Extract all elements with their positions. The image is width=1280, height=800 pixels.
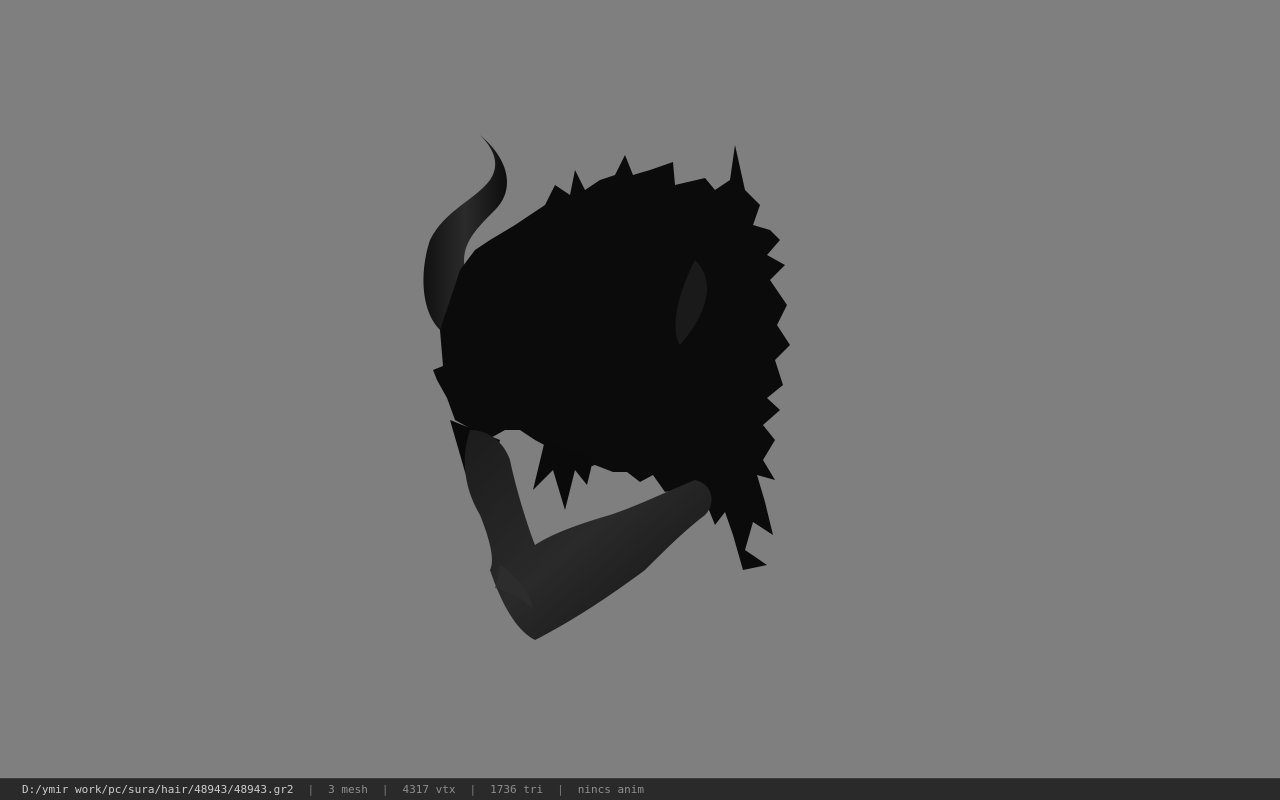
3d-viewport[interactable] (0, 0, 1280, 778)
status-bar: D:/ymir work/pc/sura/hair/48943/48943.gr… (0, 778, 1280, 800)
separator: | (469, 783, 477, 796)
vertex-count-label: 4317 vtx (402, 783, 456, 796)
animation-status-label: nincs anim (577, 783, 644, 796)
file-path-label: D:/ymir work/pc/sura/hair/48943/48943.gr… (22, 783, 294, 796)
separator: | (557, 783, 564, 796)
mesh-count-label: 3 mesh (328, 783, 368, 796)
triangle-count-label: 1736 tri (490, 783, 544, 796)
hair-model-render (423, 135, 790, 640)
separator: | (381, 783, 389, 796)
separator: | (307, 783, 315, 796)
